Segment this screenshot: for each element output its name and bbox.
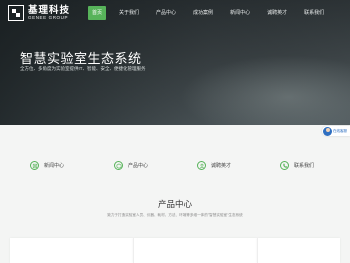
hero-background-image (180, 55, 350, 125)
hero-subtitle: 全方位、多角度为实验室提供IT、智能、安全、便捷化管理服务 (20, 66, 146, 71)
customer-service-button[interactable]: 在线客服 (322, 126, 350, 136)
product-card[interactable] (133, 238, 257, 263)
agent-avatar-icon (323, 126, 332, 136)
nav-contact[interactable]: 联系我们 (300, 6, 328, 20)
quick-link-news[interactable]: 新闻中心 (30, 161, 64, 170)
top-navigation-bar: 基理科技 GENEE GROUP 首页 关于我们 产品中心 成功案例 新闻中心 … (0, 0, 350, 26)
quick-links-bar: 新闻中心 产品中心 诚聘英才 联系我们 (0, 155, 350, 180)
quick-link-label: 联系我们 (294, 163, 315, 169)
main-nav: 首页 关于我们 产品中心 成功案例 新闻中心 诚聘英才 联系我们 (88, 6, 337, 20)
nav-products[interactable]: 产品中心 (152, 6, 180, 20)
quick-link-label: 新闻中心 (44, 163, 65, 169)
quick-link-products[interactable]: 产品中心 (114, 161, 148, 170)
logo-icon (8, 5, 24, 21)
products-section-title: 产品中心 (157, 199, 192, 209)
news-icon (30, 161, 39, 170)
brand-name-cn: 基理科技 (28, 4, 71, 16)
quick-link-label: 诚聘英才 (211, 163, 232, 169)
quick-link-label: 产品中心 (128, 163, 149, 169)
customer-service-label: 在线客服 (333, 128, 347, 133)
nav-news[interactable]: 新闻中心 (226, 6, 254, 20)
products-section-description: 致力于打造实验室人员、仪器、耗材、方法、环境等多维一体的"智慧实验室"生态系统 (107, 213, 243, 217)
nav-cases[interactable]: 成功案例 (189, 6, 217, 20)
nav-home[interactable]: 首页 (88, 6, 107, 20)
logo-text: 基理科技 GENEE GROUP (28, 4, 71, 21)
brand-logo[interactable]: 基理科技 GENEE GROUP (8, 5, 70, 21)
quick-link-careers[interactable]: 诚聘英才 (197, 161, 231, 170)
brand-name-en: GENEE GROUP (28, 15, 69, 20)
hero-title: 智慧实验室生态系统 (20, 51, 142, 66)
nav-careers[interactable]: 诚聘英才 (263, 6, 291, 20)
phone-icon (280, 161, 289, 170)
recruit-icon (197, 161, 206, 170)
product-card[interactable] (10, 238, 133, 263)
quick-link-contact[interactable]: 联系我们 (280, 161, 314, 170)
product-card[interactable] (257, 238, 340, 263)
product-cards (10, 238, 340, 263)
product-icon (114, 161, 123, 170)
nav-about[interactable]: 关于我们 (115, 6, 143, 20)
